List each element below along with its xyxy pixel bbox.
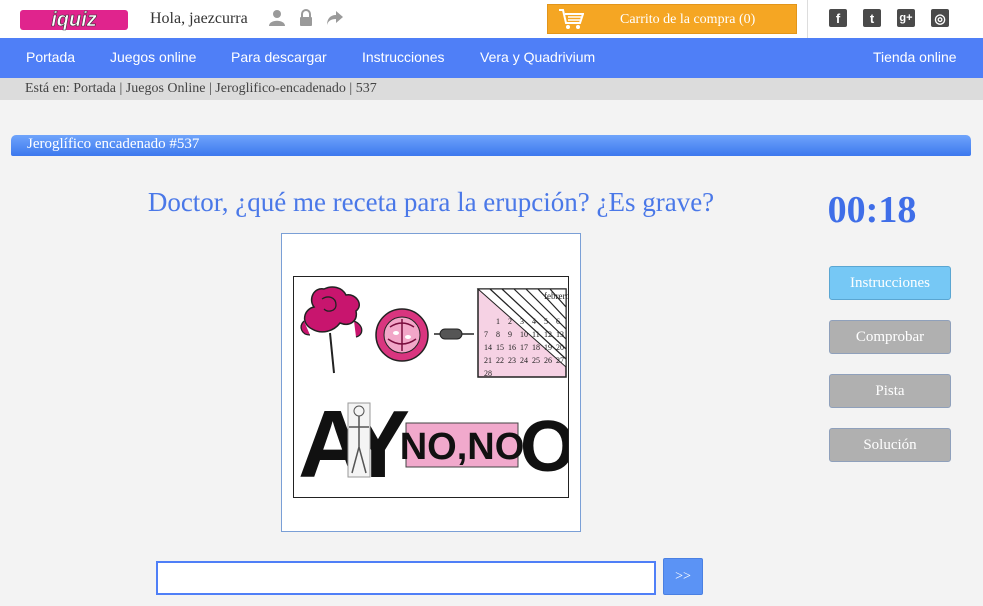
puzzle-question: Doctor, ¿qué me receta para la erupción?… bbox=[147, 187, 715, 217]
calendar-day: 15 bbox=[496, 343, 504, 352]
hieroglyph-drawing: febrero 1 2 3 4 5 67 8 9 10 11 12 1314 15 16 17 18 19 202… bbox=[298, 286, 568, 497]
calendar-day: 10 bbox=[520, 330, 528, 339]
calendar-day: 27 bbox=[556, 356, 564, 365]
calendar-day: 17 bbox=[520, 343, 528, 352]
calendar-day: 18 bbox=[532, 343, 540, 352]
tomato-slice-icon bbox=[375, 308, 429, 362]
answer-input[interactable] bbox=[156, 561, 656, 595]
calendar-day: 13 bbox=[556, 330, 564, 339]
instructions-button[interactable]: Instrucciones bbox=[829, 266, 951, 300]
panel-title-bar: Jeroglífico encadenado #537 bbox=[11, 135, 971, 156]
calendar-day: 20 bbox=[556, 343, 564, 352]
lock-icon[interactable] bbox=[297, 9, 315, 27]
nav-item-vera-quadrivium[interactable]: Vera y Quadrivium bbox=[480, 49, 595, 65]
instagram-icon[interactable]: ◎ bbox=[931, 9, 949, 27]
nav-item-para-descargar[interactable]: Para descargar bbox=[231, 49, 327, 65]
googleplus-icon[interactable]: g+ bbox=[897, 9, 915, 27]
calendar-day: 21 bbox=[484, 356, 492, 365]
timer: 00:18 bbox=[827, 189, 917, 231]
nono-text: NO,NO bbox=[400, 426, 525, 468]
calendar-day: 19 bbox=[544, 343, 552, 352]
letter-o: O bbox=[520, 407, 568, 487]
rose-icon bbox=[300, 286, 363, 374]
cart-icon bbox=[559, 9, 584, 29]
nav-item-portada[interactable]: Portada bbox=[26, 49, 75, 65]
calendar-day: 12 bbox=[544, 330, 552, 339]
calendar-day: 9 bbox=[508, 330, 512, 339]
submit-button[interactable]: >> bbox=[663, 558, 703, 595]
calendar-day: 2 bbox=[508, 317, 512, 326]
greeting-text: Hola, jaezcurra bbox=[150, 10, 248, 27]
solution-button[interactable]: Solución bbox=[829, 428, 951, 462]
hint-button[interactable]: Pista bbox=[829, 374, 951, 408]
calendar-day: 11 bbox=[532, 330, 540, 339]
top-bar: iquiz Hola, jaezcurra Carrito de la comp… bbox=[0, 0, 983, 38]
breadcrumb-text[interactable]: Está en: Portada | Juegos Online | Jerog… bbox=[25, 81, 377, 97]
user-icon[interactable] bbox=[268, 9, 286, 27]
nav-item-juegos-online[interactable]: Juegos online bbox=[110, 49, 196, 65]
calendar-day: 22 bbox=[496, 356, 504, 365]
calendar-icon: febrero 1 2 3 4 5 67 8 9 10 11 12 1314 15 16 17 18 19 202… bbox=[476, 288, 568, 378]
nav-item-instrucciones[interactable]: Instrucciones bbox=[362, 49, 444, 65]
calendar-day: 24 bbox=[520, 356, 528, 365]
iquiz-logo[interactable]: iquiz bbox=[20, 4, 128, 34]
breadcrumb: Está en: Portada | Juegos Online | Jerog… bbox=[0, 78, 983, 100]
svg-text:iquiz: iquiz bbox=[51, 9, 97, 31]
calendar-day: 23 bbox=[508, 356, 516, 365]
twitter-icon[interactable]: t bbox=[863, 9, 881, 27]
calendar-day: 8 bbox=[496, 330, 500, 339]
cart-label: Carrito de la compra (0) bbox=[620, 12, 756, 27]
page-title: Jeroglífico encadenado #537 bbox=[27, 136, 200, 152]
nav-item-tienda-online[interactable]: Tienda online bbox=[873, 49, 957, 65]
main-nav: Portada Juegos online Para descargar Ins… bbox=[0, 38, 983, 78]
puzzle-image: febrero 1 2 3 4 5 6 7 8 9 10 11 12 13 14 15 16 17 18 19 20 2… bbox=[293, 276, 569, 498]
calendar-day: 14 bbox=[484, 343, 492, 352]
capsule-icon bbox=[434, 328, 474, 340]
cart-button[interactable]: Carrito de la compra (0) bbox=[547, 4, 797, 34]
facebook-icon[interactable]: f bbox=[829, 9, 847, 27]
calendar-day: 5 bbox=[544, 317, 548, 326]
share-icon[interactable] bbox=[326, 9, 344, 27]
calendar-day: 6 bbox=[556, 317, 560, 326]
check-button[interactable]: Comprobar bbox=[829, 320, 951, 354]
calendar-day: 25 bbox=[532, 356, 540, 365]
calendar-day: 7 bbox=[484, 330, 488, 339]
svg-text:febrero: febrero bbox=[544, 291, 568, 301]
skeleton-figure-icon bbox=[347, 402, 371, 478]
calendar-day: 26 bbox=[544, 356, 552, 365]
calendar-day: 1 bbox=[496, 317, 500, 326]
divider bbox=[807, 0, 808, 38]
calendar-day: 3 bbox=[520, 317, 524, 326]
calendar-day: 16 bbox=[508, 343, 516, 352]
puzzle-image-frame: febrero 1 2 3 4 5 6 7 8 9 10 11 12 13 14 15 16 17 18 19 20 2… bbox=[281, 233, 581, 532]
calendar-day: 28 bbox=[484, 369, 492, 378]
calendar-day: 4 bbox=[532, 317, 536, 326]
